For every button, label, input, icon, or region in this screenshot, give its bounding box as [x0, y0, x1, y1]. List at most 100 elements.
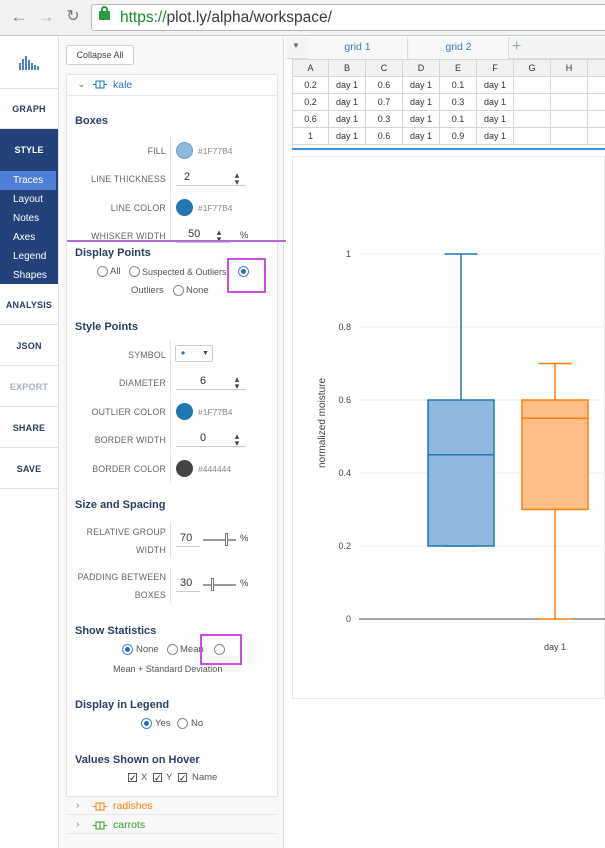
subnav-axes[interactable]: Axes [0, 228, 58, 247]
table-cell[interactable]: day 1 [403, 128, 440, 145]
left-arrow-icon[interactable]: ← [8, 6, 30, 28]
table-cell[interactable] [551, 77, 588, 94]
column-header[interactable]: B [329, 60, 366, 77]
display-points-none-radio[interactable] [173, 285, 184, 296]
border-color-swatch[interactable] [176, 460, 193, 477]
table-cell[interactable]: day 1 [329, 77, 366, 94]
column-header[interactable]: F [477, 60, 514, 77]
table-cell[interactable]: 0.6 [366, 77, 403, 94]
column-header[interactable]: H [551, 60, 588, 77]
table-cell[interactable] [588, 111, 605, 128]
fill-color-swatch[interactable] [176, 142, 193, 159]
column-header[interactable]: E [440, 60, 477, 77]
divider [67, 95, 277, 96]
table-cell[interactable]: 0.7 [366, 94, 403, 111]
box-body [427, 399, 495, 547]
trace-name-kale[interactable]: kale [113, 78, 132, 92]
table-cell[interactable]: day 1 [477, 111, 514, 128]
column-header[interactable]: A [293, 60, 329, 77]
subnav-layout[interactable]: Layout [0, 190, 58, 209]
table-cell[interactable] [514, 128, 551, 145]
subnav-traces[interactable]: Traces [0, 171, 56, 190]
display-points-outliers-label: Outliers [131, 285, 164, 296]
table-cell[interactable] [551, 128, 588, 145]
hover-y-checkbox[interactable]: ✓ [153, 773, 162, 783]
nav-json[interactable]: JSON [0, 326, 58, 366]
stepper-icon[interactable]: ▴ ▾ [233, 171, 241, 187]
nav-share[interactable]: SHARE [0, 408, 58, 448]
stepper-icon[interactable]: ▴ ▾ [233, 432, 241, 448]
column-header[interactable] [588, 60, 605, 77]
reload-icon[interactable]: ↻ [62, 6, 84, 28]
url-bar[interactable]: https://plot.ly/alpha/workspace/ [91, 4, 605, 31]
legend-no-radio[interactable] [177, 718, 188, 729]
table-cell[interactable] [588, 77, 605, 94]
padding-input[interactable]: 30 [176, 574, 200, 592]
outlier-color-label: OUTLIER COLOR [91, 407, 166, 417]
table-cell[interactable]: day 1 [403, 111, 440, 128]
legend-yes-radio[interactable] [141, 718, 152, 729]
group-width-slider[interactable] [203, 533, 236, 546]
table-cell[interactable] [551, 94, 588, 111]
nav-export[interactable]: EXPORT [0, 367, 58, 407]
table-cell[interactable]: 0.2 [293, 94, 329, 111]
box-body [521, 399, 589, 511]
trace-radishes-row[interactable]: › radishes [66, 797, 278, 815]
trace-carrots-row[interactable]: › carrots [66, 816, 278, 834]
table-cell[interactable] [514, 111, 551, 128]
table-cell[interactable]: day 1 [403, 77, 440, 94]
symbol-dropdown[interactable]: • ▼ [175, 345, 213, 362]
table-cell[interactable] [588, 128, 605, 145]
statistics-mean-radio[interactable] [167, 644, 178, 655]
table-cell[interactable]: 0.3 [440, 94, 477, 111]
table-cell[interactable]: 1 [293, 128, 329, 145]
padding-slider[interactable] [203, 578, 236, 591]
table-cell[interactable] [588, 94, 605, 111]
group-width-input[interactable]: 70 [176, 529, 200, 547]
table-cell[interactable]: day 1 [403, 94, 440, 111]
subnav-notes[interactable]: Notes [0, 209, 58, 228]
caret-down-icon[interactable]: ▼ [292, 41, 300, 50]
nav-save[interactable]: SAVE [0, 449, 58, 489]
table-cell[interactable] [514, 94, 551, 111]
statistics-none-radio[interactable] [122, 644, 133, 655]
plus-icon[interactable]: + [512, 37, 521, 57]
column-header[interactable]: C [366, 60, 403, 77]
hover-name-checkbox[interactable]: ✓ [178, 773, 187, 783]
tab-grid-2[interactable]: grid 2 [409, 37, 509, 59]
table-cell[interactable]: 0.6 [366, 128, 403, 145]
table-cell[interactable]: day 1 [329, 111, 366, 128]
tab-grid-1[interactable]: grid 1 [308, 37, 408, 59]
hover-x-checkbox[interactable]: ✓ [128, 773, 137, 783]
table-cell[interactable] [551, 111, 588, 128]
stepper-icon[interactable]: ▴ ▾ [233, 375, 241, 391]
outlier-color-swatch[interactable] [176, 403, 193, 420]
table-cell[interactable]: day 1 [329, 94, 366, 111]
nav-graph[interactable]: GRAPH [0, 89, 58, 129]
table-cell[interactable]: 0.1 [440, 77, 477, 94]
display-points-all-radio[interactable] [97, 266, 108, 277]
display-points-suspected-radio[interactable] [129, 266, 140, 277]
table-cell[interactable]: 0.6 [293, 111, 329, 128]
subnav-shapes[interactable]: Shapes [0, 266, 58, 285]
chevron-down-icon[interactable]: ⌄ [77, 77, 86, 91]
column-header[interactable]: D [403, 60, 440, 77]
plotly-bars-icon [19, 56, 39, 70]
table-cell[interactable]: day 1 [329, 128, 366, 145]
table-cell[interactable]: 0.3 [366, 111, 403, 128]
subnav-legend[interactable]: Legend [0, 247, 58, 266]
right-arrow-icon[interactable]: → [35, 6, 57, 28]
nav-style[interactable]: STYLE [0, 129, 58, 169]
column-header[interactable]: G [514, 60, 551, 77]
table-cell[interactable]: 0.2 [293, 77, 329, 94]
line-color-swatch[interactable] [176, 199, 193, 216]
logo-area[interactable] [0, 37, 58, 89]
table-cell[interactable]: day 1 [477, 77, 514, 94]
table-cell[interactable]: 0.1 [440, 111, 477, 128]
table-cell[interactable] [514, 77, 551, 94]
table-cell[interactable]: day 1 [477, 128, 514, 145]
collapse-all-button[interactable]: Collapse All [66, 45, 134, 65]
table-cell[interactable]: 0.9 [440, 128, 477, 145]
table-cell[interactable]: day 1 [477, 94, 514, 111]
nav-analysis[interactable]: ANALYSIS [0, 285, 58, 325]
